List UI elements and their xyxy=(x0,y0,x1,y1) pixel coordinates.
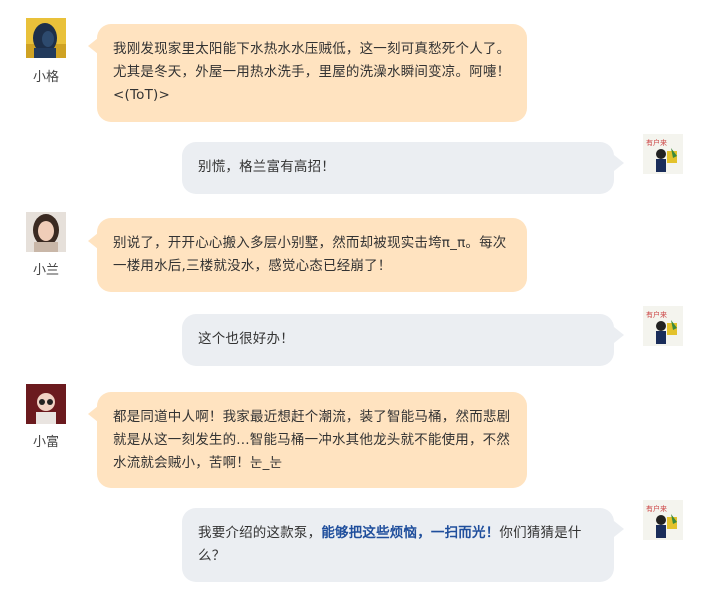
bubble-tail xyxy=(614,155,624,171)
message-bubble: 我要介绍的这款泵，能够把这些烦恼，一扫而光！你们猜猜是什么？ xyxy=(182,508,614,582)
message-bubble: 别慌，格兰富有高招！ xyxy=(182,142,614,194)
svg-text:有户来: 有户来 xyxy=(646,504,667,513)
avatar-xiaofu-icon xyxy=(26,384,66,424)
avatar-xiaolan[interactable] xyxy=(26,212,66,252)
sender-name: 小格 xyxy=(32,70,59,85)
avatar-brand[interactable]: 有户来 xyxy=(643,134,683,174)
message-text: 别慌，格兰富有高招！ xyxy=(198,159,335,175)
brand-avatar-icon: 有户来 xyxy=(643,306,683,346)
message-text: 都是同道中人啊！我家最近想赶个潮流，装了智能马桶，然而悲剧就是从这一刻发生的..… xyxy=(113,409,511,471)
brand-avatar-icon: 有户来 xyxy=(643,134,683,174)
avatar-xiaofu[interactable] xyxy=(26,384,66,424)
svg-text:有户来: 有户来 xyxy=(646,138,667,147)
avatar-brand[interactable]: 有户来 xyxy=(643,500,683,540)
message-text: 这个也很好办！ xyxy=(198,331,294,347)
brand-avatar-icon: 有户来 xyxy=(643,500,683,540)
message-bubble: 都是同道中人啊！我家最近想赶个潮流，装了智能马桶，然而悲剧就是从这一刻发生的..… xyxy=(97,392,527,488)
avatar-xiaoge-icon xyxy=(26,18,66,58)
svg-text:有户来: 有户来 xyxy=(646,310,667,319)
sender-name: 小兰 xyxy=(32,263,59,278)
bubble-tail xyxy=(614,327,624,343)
chat-thread: 小格 我刚发现家里太阳能下水热水水压贼低，这一刻可真愁死个人了。尤其是冬天，外屋… xyxy=(0,0,722,606)
avatar-xiaoge[interactable] xyxy=(26,18,66,58)
message-bubble: 这个也很好办！ xyxy=(182,314,614,366)
message-bubble: 别说了，开开心心搬入多层小别墅，然而却被现实击垮π_π。每次一楼用水后,三楼就没… xyxy=(97,218,527,292)
message-text-highlight: 能够把这些烦恼，一扫而光！ xyxy=(321,525,500,541)
sender-name: 小富 xyxy=(32,435,59,450)
message-text-before: 我要介绍的这款泵， xyxy=(198,525,322,541)
message-text: 别说了，开开心心搬入多层小别墅，然而却被现实击垮π_π。每次一楼用水后,三楼就没… xyxy=(113,235,507,274)
message-bubble: 我刚发现家里太阳能下水热水水压贼低，这一刻可真愁死个人了。尤其是冬天，外屋一用热… xyxy=(97,24,527,122)
message-text: 我刚发现家里太阳能下水热水水压贼低，这一刻可真愁死个人了。尤其是冬天，外屋一用热… xyxy=(113,41,511,103)
avatar-brand[interactable]: 有户来 xyxy=(643,306,683,346)
bubble-tail xyxy=(614,521,624,537)
avatar-xiaolan-icon xyxy=(26,212,66,252)
